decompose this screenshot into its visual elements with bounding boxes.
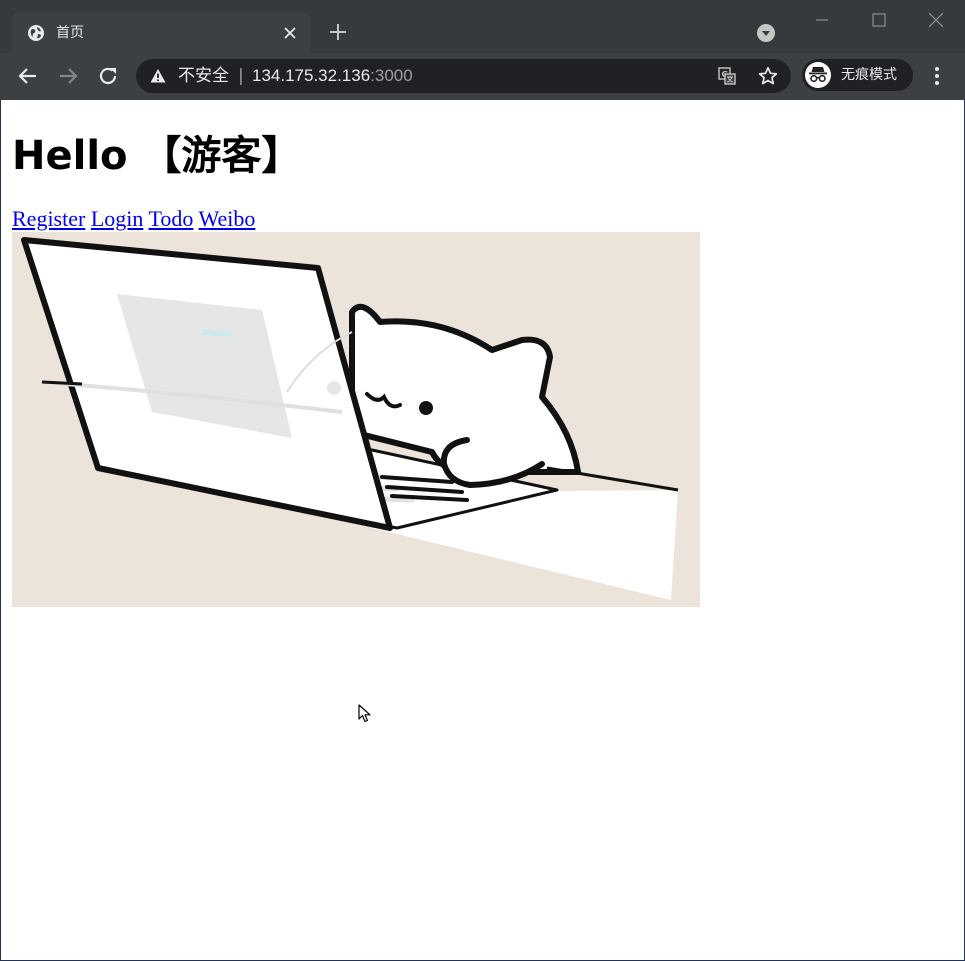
translate-icon[interactable]: G <box>718 67 736 85</box>
url-text[interactable]: 134.175.32.136:3000 <box>252 66 413 86</box>
address-bar[interactable]: 不安全 | 134.175.32.136:3000 G <box>136 59 791 93</box>
tab-title: 首页 <box>56 25 84 41</box>
three-dots-icon[interactable] <box>928 66 946 86</box>
close-window-icon[interactable] <box>926 10 946 30</box>
browser-toolbar: 不安全 | 134.175.32.136:3000 G 无痕模式 <box>0 53 965 100</box>
star-icon[interactable] <box>758 66 778 86</box>
login-link[interactable]: Login <box>91 206 144 231</box>
tab-home[interactable]: 首页 <box>12 12 310 53</box>
url-host: 134.175.32.136 <box>252 66 371 85</box>
reload-icon[interactable] <box>97 65 119 87</box>
address-separator: | <box>238 66 244 86</box>
mouse-cursor-icon <box>358 704 371 723</box>
cat-laptop-illustration <box>21 237 679 600</box>
arrow-right-icon[interactable] <box>57 65 79 87</box>
maximize-icon[interactable] <box>869 10 889 30</box>
minimize-icon[interactable] <box>812 10 832 30</box>
register-link[interactable]: Register <box>12 206 85 231</box>
profile-label: 无痕模式 <box>841 67 897 83</box>
security-status-label[interactable]: 不安全 <box>178 66 229 86</box>
page-title: Hello 【游客】 <box>12 133 302 179</box>
cat-laptop-image <box>12 232 700 607</box>
warning-icon[interactable] <box>150 68 166 84</box>
title-bar: 首页 <box>0 0 965 53</box>
todo-link[interactable]: Todo <box>149 206 194 231</box>
incognito-profile-button[interactable]: 无痕模式 <box>802 59 913 91</box>
arrow-left-icon[interactable] <box>17 65 39 87</box>
chevron-down-icon[interactable] <box>757 24 775 42</box>
close-tab-icon[interactable] <box>282 25 298 41</box>
avatar <box>805 62 831 88</box>
weibo-link[interactable]: Weibo <box>199 206 256 231</box>
page-viewport: Hello 【游客】 Register Login Todo Weibo <box>0 100 965 961</box>
url-port: :3000 <box>370 66 413 85</box>
globe-icon <box>28 25 44 41</box>
plus-icon[interactable] <box>328 22 348 42</box>
nav-links: Register Login Todo Weibo <box>12 206 255 232</box>
incognito-icon <box>809 67 827 83</box>
